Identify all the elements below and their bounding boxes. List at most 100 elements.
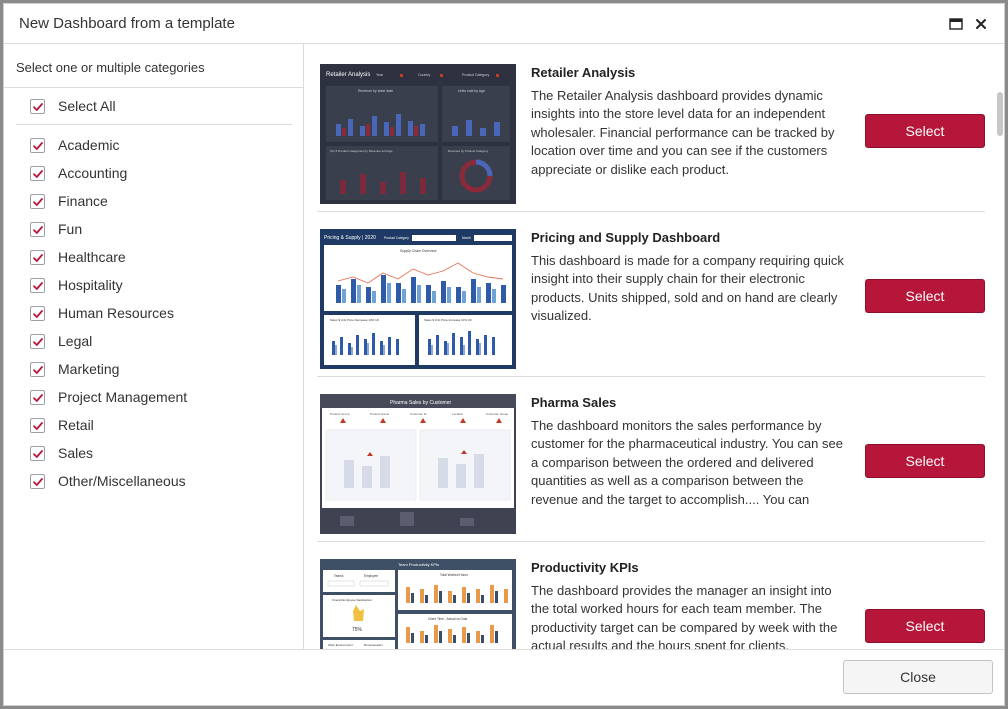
scrollbar-thumb[interactable] xyxy=(997,92,1003,136)
thumb-filter: Month xyxy=(462,236,471,240)
category-checkbox[interactable] xyxy=(30,389,45,405)
category-label: Legal xyxy=(58,333,93,349)
category-checkbox[interactable] xyxy=(30,361,45,377)
select-all-checkbox[interactable] xyxy=(30,98,45,114)
category-label: Sales xyxy=(58,445,94,461)
thumb-filter: Year xyxy=(376,73,384,77)
template-thumbnail: Pricing & Supply | 2020 Product Category… xyxy=(320,229,516,369)
select-template-button[interactable]: Select xyxy=(865,279,985,313)
select-all-checkbox-row[interactable]: Select All xyxy=(30,96,116,116)
thumb-filter: Product Group xyxy=(330,412,350,416)
close-button[interactable]: Close xyxy=(843,660,993,694)
vertical-scrollbar[interactable] xyxy=(993,44,1004,649)
template-description: This dashboard is made for a company req… xyxy=(531,253,844,324)
category-checkbox[interactable] xyxy=(30,473,45,489)
template-title: Pricing and Supply Dashboard xyxy=(531,230,721,245)
category-label: Retail xyxy=(58,417,94,433)
category-sidebar: Select one or multiple categories Select… xyxy=(4,44,304,649)
checkmark-icon xyxy=(33,197,43,206)
checkmark-icon xyxy=(33,309,43,318)
dialog-title: New Dashboard from a template xyxy=(19,15,235,32)
category-checkbox[interactable] xyxy=(30,305,45,321)
category-other-miscellaneous[interactable]: Other/Miscellaneous xyxy=(30,467,187,495)
template-description: The dashboard provides the manager an in… xyxy=(531,583,838,649)
template-thumbnail: Team Productivity KPIs Teams Employee Ov… xyxy=(320,559,516,649)
thumb-panel-title: Revenue by state date xyxy=(358,89,393,93)
category-human-resources[interactable]: Human Resources xyxy=(30,299,187,327)
category-healthcare[interactable]: Healthcare xyxy=(30,243,187,271)
template-description: The Retailer Analysis dashboard provides… xyxy=(531,88,835,177)
thumb-panel-title: Sales $ Unit Price Decrease 10% Ult xyxy=(330,318,379,322)
category-label: Academic xyxy=(58,137,120,153)
category-accounting[interactable]: Accounting xyxy=(30,159,187,187)
template-title: Productivity KPIs xyxy=(531,560,639,575)
category-checkbox[interactable] xyxy=(30,333,45,349)
category-checkbox[interactable] xyxy=(30,277,45,293)
divider xyxy=(16,124,292,125)
thumb-panel-title: Top 5 Product Categories by Revenue and … xyxy=(330,149,393,153)
checkmark-icon xyxy=(33,421,43,430)
category-checkbox[interactable] xyxy=(30,137,45,153)
select-all-label: Select All xyxy=(58,98,116,114)
template-list[interactable]: Retailer Analysis Year Country Product C… xyxy=(305,44,1004,649)
checkmark-icon xyxy=(33,365,43,374)
thumb-panel-title: Total Worked Hours xyxy=(440,573,468,577)
category-sales[interactable]: Sales xyxy=(30,439,187,467)
category-marketing[interactable]: Marketing xyxy=(30,355,187,383)
thumb-panel-title: Overall Employee Satisfaction xyxy=(332,598,372,602)
dialog-body: Select one or multiple categories Select… xyxy=(4,44,1004,649)
category-checkbox[interactable] xyxy=(30,165,45,181)
checkmark-icon xyxy=(33,253,43,262)
checkmark-icon xyxy=(33,449,43,458)
thumb-filter: Product Category xyxy=(462,73,489,77)
category-checkbox[interactable] xyxy=(30,417,45,433)
checkmark-icon xyxy=(33,102,43,111)
category-hospitality[interactable]: Hospitality xyxy=(30,271,187,299)
thumb-panel-title: Sales $ Unit Price Increase 10% Ult xyxy=(424,318,472,322)
category-checkbox[interactable] xyxy=(30,445,45,461)
select-template-button[interactable]: Select xyxy=(865,609,985,643)
checkmark-icon xyxy=(33,225,43,234)
thumb-panel-title: Remuneration xyxy=(364,643,383,647)
thumb-header: Pricing & Supply | 2020 xyxy=(324,235,376,241)
thumb-header: Team Productivity KPIs xyxy=(398,562,439,567)
template-description: The dashboard monitors the sales perform… xyxy=(531,418,843,507)
thumb-panel-title: Revenue by Product Category xyxy=(448,149,489,153)
maximize-icon[interactable] xyxy=(948,16,964,32)
category-label: Accounting xyxy=(58,165,128,181)
category-project-management[interactable]: Project Management xyxy=(30,383,187,411)
category-label: Human Resources xyxy=(58,305,174,321)
thumb-filter: Product Category xyxy=(384,236,409,240)
sidebar-heading: Select one or multiple categories xyxy=(16,60,205,75)
dialog-titlebar: New Dashboard from a template xyxy=(4,4,1004,44)
category-academic[interactable]: Academic xyxy=(30,131,187,159)
new-dashboard-dialog: New Dashboard from a template Select one… xyxy=(3,3,1005,706)
category-checkbox[interactable] xyxy=(30,221,45,237)
category-checkbox[interactable] xyxy=(30,193,45,209)
select-template-button[interactable]: Select xyxy=(865,114,985,148)
category-label: Hospitality xyxy=(58,277,123,293)
category-checkbox[interactable] xyxy=(30,249,45,265)
template-card-pricing-and-supply: Pricing & Supply | 2020 Product Category… xyxy=(317,212,985,377)
category-retail[interactable]: Retail xyxy=(30,411,187,439)
close-icon[interactable] xyxy=(973,16,989,32)
checkmark-icon xyxy=(33,141,43,150)
thumb-filter: Location xyxy=(452,412,464,416)
category-finance[interactable]: Finance xyxy=(30,187,187,215)
category-fun[interactable]: Fun xyxy=(30,215,187,243)
template-card-retailer-analysis: Retailer Analysis Year Country Product C… xyxy=(317,47,985,212)
template-thumbnail: Retailer Analysis Year Country Product C… xyxy=(320,64,516,204)
template-title: Retailer Analysis xyxy=(531,65,636,80)
thumb-value: 75% xyxy=(352,627,363,633)
category-legal[interactable]: Legal xyxy=(30,327,187,355)
select-template-button[interactable]: Select xyxy=(865,444,985,478)
checkmark-icon xyxy=(33,393,43,402)
dialog-footer: Close xyxy=(4,649,1004,705)
divider xyxy=(4,87,304,88)
category-label: Healthcare xyxy=(58,249,126,265)
thumb-panel-title: Client Time - Actual vs Goal xyxy=(428,617,467,621)
category-label: Finance xyxy=(58,193,108,209)
thumb-filter: Country xyxy=(418,73,431,77)
template-title: Pharma Sales xyxy=(531,395,617,410)
checkmark-icon xyxy=(33,477,43,486)
